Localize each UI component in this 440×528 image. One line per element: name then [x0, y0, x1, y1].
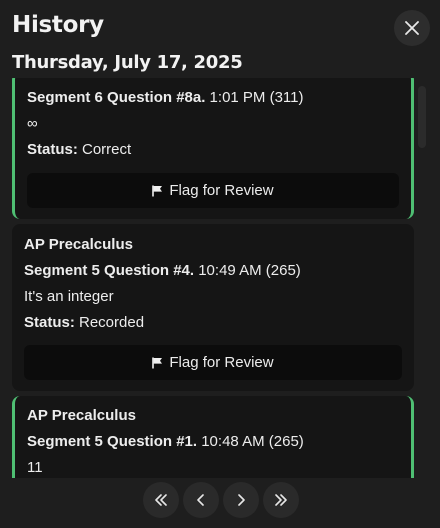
history-list[interactable]: Segment 6 Question #8a. 1:01 PM (311) ∞ …	[0, 78, 440, 478]
status-value: Recorded	[74, 314, 145, 331]
page-title: History	[12, 12, 104, 38]
status-line: Status: Recorded	[24, 314, 144, 331]
flag-label: Flag for Review	[169, 354, 274, 371]
question-line: Segment 6 Question #8a. 1:01 PM (311)	[27, 89, 304, 106]
double-chevron-right-icon	[275, 494, 287, 506]
flag-for-review-button[interactable]: Flag for Review	[24, 345, 402, 380]
question-meta: 10:48 AM (265)	[197, 433, 304, 450]
question-meta: 10:49 AM (265)	[194, 262, 301, 279]
status-label: Status:	[24, 314, 75, 331]
double-chevron-left-icon	[155, 494, 167, 506]
course-name: AP Precalculus	[27, 407, 136, 424]
question-label: Segment 5 Question #1.	[27, 433, 198, 450]
status-line: Status: Correct	[27, 141, 131, 158]
flag-label: Flag for Review	[169, 182, 274, 199]
question-line: Segment 5 Question #4. 10:49 AM (265)	[24, 262, 301, 279]
answer-text: 11	[27, 459, 43, 476]
question-label: Segment 5 Question #4.	[24, 262, 195, 279]
flag-for-review-button[interactable]: Flag for Review	[27, 173, 399, 208]
status-label: Status:	[27, 141, 78, 158]
close-icon	[405, 21, 419, 35]
history-card: AP Precalculus Segment 5 Question #4. 10…	[12, 224, 414, 391]
chevron-left-icon	[197, 494, 204, 506]
history-card: AP Precalculus Segment 5 Question #1. 10…	[12, 396, 414, 478]
status-value: Correct	[77, 141, 132, 158]
chevron-right-icon	[238, 494, 245, 506]
question-line: Segment 5 Question #1. 10:48 AM (265)	[27, 433, 304, 450]
flag-icon	[152, 357, 163, 368]
pagination	[0, 482, 440, 518]
question-meta: 1:01 PM (311)	[205, 89, 304, 106]
course-name: AP Precalculus	[24, 236, 133, 253]
flag-icon	[152, 185, 163, 196]
history-card: Segment 6 Question #8a. 1:01 PM (311) ∞ …	[12, 78, 414, 219]
last-page-button[interactable]	[263, 482, 299, 518]
answer-text: ∞	[27, 115, 38, 132]
prev-page-button[interactable]	[183, 482, 219, 518]
first-page-button[interactable]	[143, 482, 179, 518]
scrollbar-thumb[interactable]	[418, 86, 426, 148]
question-label: Segment 6 Question #8a.	[27, 89, 206, 106]
date-heading: Thursday, July 17, 2025	[12, 52, 243, 73]
close-button[interactable]	[394, 10, 430, 46]
next-page-button[interactable]	[223, 482, 259, 518]
answer-text: It's an integer	[24, 288, 114, 305]
